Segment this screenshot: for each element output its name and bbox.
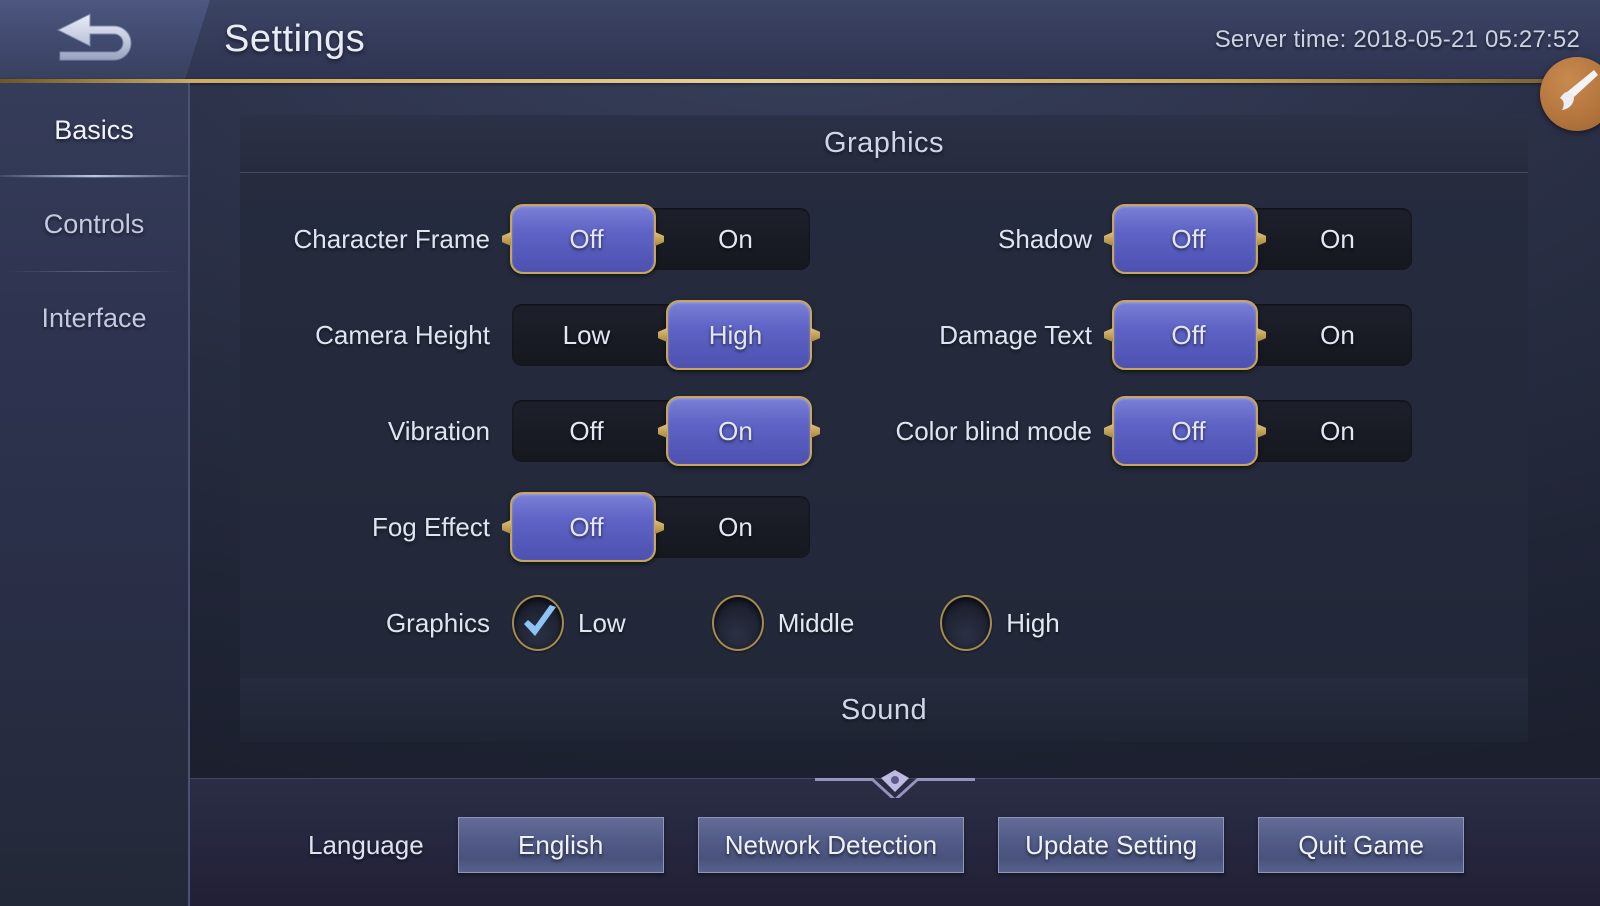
radio-unchecked-icon [940,595,993,651]
setting-label: Fog Effect [371,511,490,542]
toggle-shadow[interactable]: Off On [1112,204,1412,274]
toggle-option-off[interactable]: Off [1114,208,1263,270]
toggle-option-on[interactable]: On [661,208,810,270]
graphics-quality-radio-group: Low Middle High [512,595,1060,651]
settings-screen: Settings Server time: 2018-05-21 05:27:5… [0,0,1600,906]
quit-game-button[interactable]: Quit Game [1258,817,1465,873]
setting-row-color-blind-mode: Color blind mode Off On [810,383,1528,479]
radio-option-middle[interactable]: Middle [711,595,855,651]
toggle-option-on[interactable]: On [661,400,810,462]
setting-row-vibration: Vibration Off On [240,383,812,479]
radio-option-low[interactable]: Low [512,595,626,651]
toggle-option-off[interactable]: Off [1114,304,1263,366]
graphics-section-title: Graphics [240,115,1528,173]
setting-label: Shadow [998,223,1092,254]
page-title: Settings [224,18,366,60]
radio-label: Middle [777,607,855,638]
graphics-panel-body: Character Frame Off On Shadow Off On Cam… [240,173,1528,701]
sidebar-item-basics[interactable]: Basics [0,83,188,177]
setting-row-fog-effect: Fog Effect Off On [240,479,810,575]
toggle-option-off[interactable]: Off [512,400,661,462]
graphics-settings-grid: Character Frame Off On Shadow Off On Cam… [240,191,1528,575]
radio-label: Low [578,607,626,638]
toggle-color-blind-mode[interactable]: Off On [1112,396,1412,466]
update-setting-button[interactable]: Update Setting [998,817,1225,873]
toggle-option-on[interactable]: On [1263,400,1412,462]
toggle-damage-text[interactable]: Off On [1112,300,1412,370]
setting-label: Graphics [385,607,490,638]
sound-panel: Sound [240,678,1528,742]
sidebar-item-label: Interface [41,302,147,333]
sidebar-item-controls[interactable]: Controls [0,177,188,271]
language-button[interactable]: English [457,817,664,873]
toggle-option-low[interactable]: Low [512,304,661,366]
setting-label: Vibration [387,415,490,446]
toggle-option-off[interactable]: Off [512,208,661,270]
radio-unchecked-icon [711,595,764,651]
setting-label: Color blind mode [895,415,1092,446]
radio-label: High [1006,607,1060,638]
setting-label: Damage Text [939,319,1092,350]
sidebar-item-interface[interactable]: Interface [0,271,188,365]
sidebar-item-label: Basics [54,114,134,145]
setting-row-damage-text: Damage Text Off On [810,287,1528,383]
setting-row-shadow: Shadow Off On [810,191,1528,287]
setting-row-graphics-quality: Graphics Low Middle High [240,575,1528,671]
setting-label: Character Frame [293,223,491,254]
setting-row-character-frame: Character Frame Off On [240,191,810,287]
sidebar-item-label: Controls [43,208,145,239]
setting-label: Camera Height [315,319,490,350]
bottom-bar: Language English Network Detection Updat… [190,770,1600,906]
bottom-bar-content: Language English Network Detection Updat… [190,815,1600,875]
setting-row-empty [810,479,1528,575]
toggle-option-high[interactable]: High [661,304,810,366]
toggle-option-off[interactable]: Off [512,496,661,558]
toggle-vibration[interactable]: Off On [512,396,812,466]
radio-checked-icon [512,595,564,651]
checkmark-icon [524,605,556,636]
graphics-panel: Graphics Character Frame Off On Shadow O… [240,115,1528,701]
back-arrow-icon [56,13,132,61]
toggle-fog-effect[interactable]: Off On [510,492,810,562]
toggle-option-on[interactable]: On [661,496,810,558]
language-label: Language [308,829,424,860]
network-detection-button[interactable]: Network Detection [697,817,965,873]
server-time: Server time: 2018-05-21 05:27:52 [1214,26,1580,53]
toggle-option-off[interactable]: Off [1114,400,1263,462]
toggle-camera-height[interactable]: Low High [512,300,812,370]
setting-row-camera-height: Camera Height Low High [240,287,812,383]
sound-section-title: Sound [240,678,1528,742]
sidebar: Basics Controls Interface [0,83,190,906]
header-bar: Settings Server time: 2018-05-21 05:27:5… [0,0,1600,82]
toggle-option-on[interactable]: On [1263,304,1412,366]
ornament-divider-icon [815,770,975,798]
radio-option-high[interactable]: High [940,595,1060,651]
back-button[interactable] [0,0,210,80]
toggle-option-on[interactable]: On [1263,208,1412,270]
toggle-character-frame[interactable]: Off On [510,204,810,274]
content-area: Graphics Character Frame Off On Shadow O… [190,83,1600,906]
